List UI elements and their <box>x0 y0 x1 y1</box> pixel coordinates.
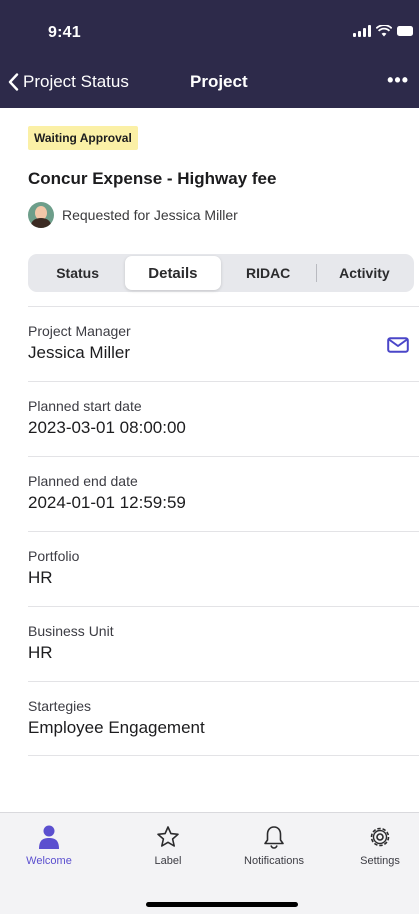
field-value: Employee Engagement <box>28 718 205 737</box>
field-portfolio: Portfolio HR <box>28 531 419 606</box>
tabbar-label: Label <box>154 855 182 867</box>
nav-bar: Project Status Project ••• <box>0 64 419 104</box>
tabbar-label: Notifications <box>244 855 304 867</box>
field-label: Project Manager <box>28 323 131 339</box>
field-label: Business Unit <box>28 623 114 639</box>
back-label: Project Status <box>23 72 129 91</box>
battery-icon <box>397 26 413 36</box>
field-label: Portfolio <box>28 548 80 564</box>
tab-details[interactable]: Details <box>125 256 221 290</box>
bell-icon <box>264 826 284 849</box>
tab-status[interactable]: Status <box>30 256 125 290</box>
back-button[interactable]: Project Status <box>8 72 129 92</box>
status-bar: 9:41 <box>0 0 419 64</box>
field-value: 2024-01-01 12:59:59 <box>28 493 186 512</box>
person-icon <box>39 825 59 849</box>
field-label: Startegies <box>28 698 92 714</box>
gear-icon <box>370 827 390 847</box>
star-icon <box>157 826 179 847</box>
field-project-manager: Project Manager Jessica Miller <box>28 306 419 381</box>
details-list: Project Manager Jessica Miller Planned s… <box>28 306 419 756</box>
field-business-unit: Business Unit HR <box>28 606 419 681</box>
tabbar-item-settings[interactable]: Settings <box>335 825 419 867</box>
status-icons <box>353 25 413 37</box>
segmented-tabs: Status Details RIDAC Activity <box>28 254 414 292</box>
tabbar-label: Welcome <box>26 855 72 867</box>
field-value: HR <box>28 643 53 662</box>
project-details: Waiting Approval Concur Expense - Highwa… <box>0 108 419 812</box>
mail-icon[interactable] <box>387 337 409 353</box>
tabbar-item-notifications[interactable]: Notifications <box>229 825 319 867</box>
project-title: Concur Expense - Highway fee <box>28 169 277 188</box>
field-value: Jessica Miller <box>28 343 131 362</box>
field-value: 2023-03-01 08:00:00 <box>28 418 186 437</box>
field-label: Planned end date <box>28 473 138 489</box>
field-planned-end-date: Planned end date 2024-01-01 12:59:59 <box>28 456 419 531</box>
requested-for: Requested for Jessica Miller <box>28 202 238 228</box>
app-header: 9:41 Project Status Project ••• <box>0 0 419 108</box>
home-indicator <box>146 902 298 907</box>
tabbar-label: Settings <box>360 855 400 867</box>
status-time: 9:41 <box>48 24 81 41</box>
field-planned-start-date: Planned start date 2023-03-01 08:00:00 <box>28 381 419 456</box>
requested-for-label: Requested for Jessica Miller <box>62 207 238 223</box>
tabbar-item-welcome[interactable]: Welcome <box>4 825 94 867</box>
field-value: HR <box>28 568 53 587</box>
wifi-icon <box>376 25 392 37</box>
more-options-button[interactable]: ••• <box>387 70 409 91</box>
signal-icon <box>353 25 371 37</box>
field-label: Planned start date <box>28 398 142 414</box>
avatar <box>28 202 54 228</box>
field-strategies: Startegies Employee Engagement <box>28 681 419 756</box>
tabbar-item-label[interactable]: Label <box>123 825 213 867</box>
page-title: Project <box>190 72 248 91</box>
chevron-left-icon <box>8 73 19 91</box>
tab-activity[interactable]: Activity <box>317 256 412 290</box>
status-badge: Waiting Approval <box>28 126 138 150</box>
bottom-tab-bar: Welcome Label Notifications Settings <box>0 812 419 914</box>
tab-ridac[interactable]: RIDAC <box>221 256 316 290</box>
